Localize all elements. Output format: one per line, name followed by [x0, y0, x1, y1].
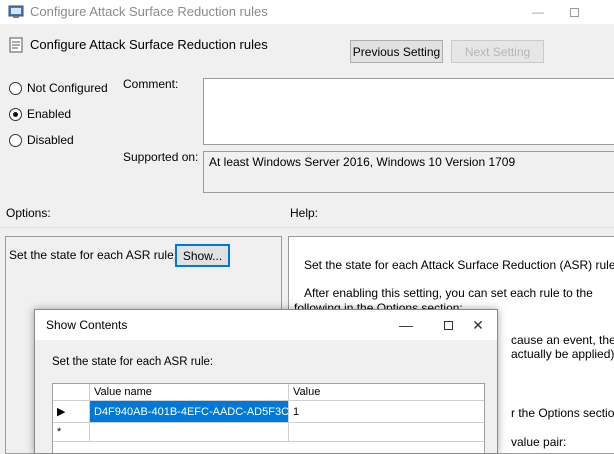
dialog-close-button[interactable]: ✕	[463, 314, 493, 336]
help-text-line: value pair:	[511, 435, 567, 449]
help-text-line: After enabling this setting, you can set…	[304, 286, 593, 300]
dialog-label: Set the state for each ASR rule:	[52, 356, 214, 368]
dialog-maximize-button[interactable]	[433, 314, 463, 336]
window-title: Configure Attack Surface Reduction rules	[30, 4, 268, 19]
policy-app-icon	[8, 5, 24, 18]
setting-page-icon	[9, 37, 23, 53]
radio-not-configured[interactable]: Not Configured	[9, 81, 108, 95]
grid-corner-cell	[53, 384, 90, 400]
help-text-line: cause an event, then it	[511, 333, 614, 347]
show-contents-dialog: Show Contents — ✕ Set the state for each…	[34, 309, 498, 454]
divider	[0, 227, 614, 228]
maximize-icon	[443, 320, 453, 330]
radio-label: Enabled	[27, 107, 72, 121]
next-setting-button[interactable]: Next Setting	[451, 40, 544, 63]
values-grid: Value name Value ▶ D4F940AB-401B-4EFC-AA…	[52, 383, 485, 453]
help-text-line: actually be applied)	[511, 347, 614, 361]
comment-label: Comment:	[123, 77, 179, 91]
show-button[interactable]: Show...	[175, 244, 230, 267]
maximize-button[interactable]	[554, 0, 594, 24]
comment-field[interactable]	[203, 78, 614, 145]
column-header-value[interactable]: Value	[289, 384, 484, 400]
value-name-cell[interactable]	[90, 423, 289, 441]
dialog-minimize-button[interactable]: —	[391, 314, 421, 336]
dialog-title-bar: Show Contents — ✕	[35, 310, 497, 340]
dialog-title: Show Contents	[46, 318, 128, 332]
value-cell[interactable]	[289, 423, 484, 441]
table-row[interactable]: ▶ D4F940AB-401B-4EFC-AADC-AD5F3C5... 1	[53, 401, 484, 423]
column-header-value-name[interactable]: Value name	[90, 384, 289, 400]
supported-on-label: Supported on:	[123, 150, 199, 164]
title-bar: Configure Attack Surface Reduction rules…	[0, 0, 614, 24]
previous-setting-button[interactable]: Previous Setting	[350, 40, 443, 63]
table-row-new[interactable]: *	[53, 423, 484, 442]
value-name-cell[interactable]: D4F940AB-401B-4EFC-AADC-AD5F3C5...	[90, 401, 289, 422]
help-heading: Help:	[290, 206, 319, 220]
maximize-icon	[569, 7, 579, 17]
radio-label: Not Configured	[27, 81, 108, 95]
minimize-button[interactable]: —	[518, 0, 558, 24]
radio-label: Disabled	[27, 133, 74, 147]
setting-title: Configure Attack Surface Reduction rules	[30, 37, 268, 52]
value-cell[interactable]: 1	[289, 401, 484, 422]
options-heading: Options:	[6, 206, 51, 220]
help-text-line: r the Options section	[511, 406, 614, 420]
radio-circle[interactable]	[9, 81, 22, 95]
supported-on-value: At least Windows Server 2016, Windows 10…	[203, 151, 614, 193]
radio-circle[interactable]	[9, 133, 22, 147]
new-row-marker-icon[interactable]: *	[53, 423, 90, 441]
help-text-line: Set the state for each Attack Surface Re…	[304, 258, 614, 272]
row-current-marker-icon[interactable]: ▶	[53, 401, 90, 422]
asr-rule-label: Set the state for each ASR rule:	[9, 248, 178, 262]
radio-enabled[interactable]: Enabled	[9, 107, 71, 121]
radio-disabled[interactable]: Disabled	[9, 133, 74, 147]
grid-header-row: Value name Value	[53, 384, 484, 401]
radio-circle-checked[interactable]	[9, 107, 22, 121]
